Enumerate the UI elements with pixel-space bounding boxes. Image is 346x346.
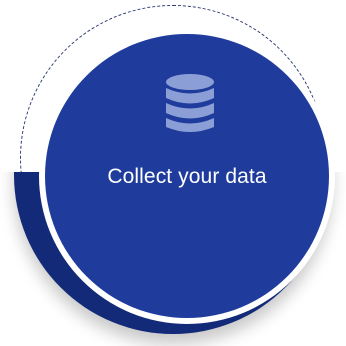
database-icon <box>166 74 214 132</box>
step-label: Collect your data <box>107 165 267 188</box>
step-card: Collect your data <box>0 0 346 346</box>
